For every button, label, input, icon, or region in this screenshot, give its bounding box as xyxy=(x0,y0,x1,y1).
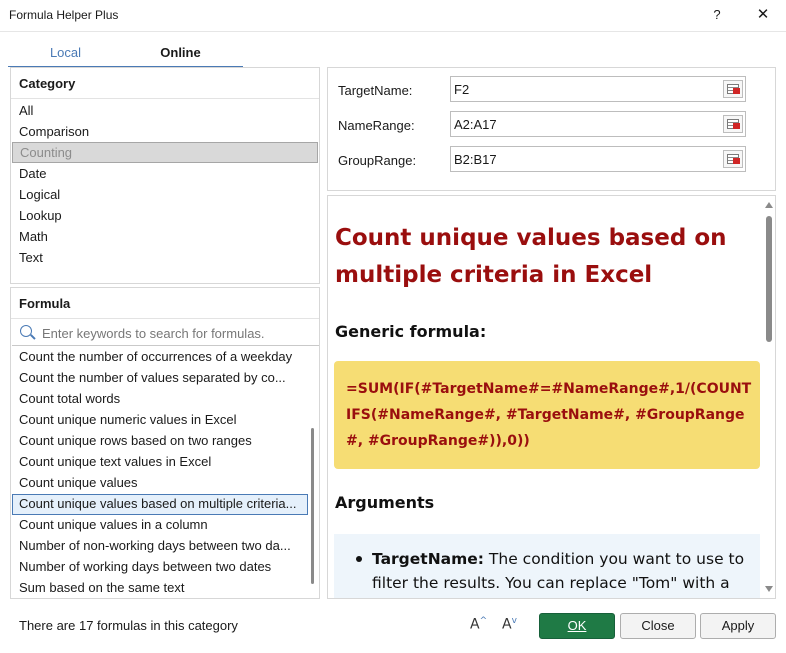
close-button[interactable]: Close xyxy=(620,613,696,639)
category-item-counting[interactable]: Counting xyxy=(12,142,318,163)
name-range-label: NameRange: xyxy=(338,118,415,133)
ok-button[interactable]: OK xyxy=(539,613,615,639)
search-input[interactable] xyxy=(42,323,312,343)
category-item-logical[interactable]: Logical xyxy=(11,184,319,205)
category-title: Category xyxy=(19,76,76,91)
category-panel: Category All Comparison Counting Date Lo… xyxy=(10,67,320,284)
formula-item[interactable]: Number of non-working days between two d… xyxy=(12,536,308,557)
help-button[interactable]: ? xyxy=(706,4,728,26)
search-bar xyxy=(12,319,319,346)
divider xyxy=(11,98,319,99)
category-item-comparison[interactable]: Comparison xyxy=(11,121,319,142)
argument-list: TargetName: The condition you want to us… xyxy=(334,534,760,598)
target-name-label: TargetName: xyxy=(338,83,413,98)
tab-local[interactable]: Local xyxy=(8,41,123,67)
generic-formula-heading: Generic formula: xyxy=(335,322,487,341)
bullet-icon xyxy=(356,556,362,562)
formula-item[interactable]: Count unique values in a column xyxy=(12,515,308,536)
status-text: There are 17 formulas in this category xyxy=(19,618,238,633)
range-select-icon[interactable] xyxy=(723,115,743,133)
formula-panel: Formula Count the number of occurrences … xyxy=(10,287,320,599)
range-select-icon[interactable] xyxy=(723,80,743,98)
formula-list-scrollbar[interactable] xyxy=(311,428,314,584)
description-scrollbar[interactable] xyxy=(762,196,775,598)
formula-item[interactable]: Count total words xyxy=(12,389,308,410)
category-item-text[interactable]: Text xyxy=(11,247,319,268)
formula-item[interactable]: Count unique values xyxy=(12,473,308,494)
scroll-up-icon[interactable] xyxy=(765,202,773,208)
range-select-icon[interactable] xyxy=(723,150,743,168)
argument-item: TargetName: The condition you want to us… xyxy=(372,547,757,598)
close-window-button[interactable]: ✕ xyxy=(750,4,776,26)
formula-item[interactable]: Count the number of occurrences of a wee… xyxy=(12,347,308,368)
scroll-down-icon[interactable] xyxy=(765,586,773,592)
group-range-field[interactable]: B2:B17 xyxy=(450,146,746,172)
tab-online[interactable]: Online xyxy=(123,41,238,67)
font-increase-button[interactable]: A^ xyxy=(470,616,490,636)
category-item-lookup[interactable]: Lookup xyxy=(11,205,319,226)
formula-title: Formula xyxy=(19,296,71,311)
category-item-math[interactable]: Math xyxy=(11,226,319,247)
category-item-date[interactable]: Date xyxy=(11,163,319,184)
window-title: Formula Helper Plus xyxy=(9,8,119,22)
arrow-up-icon: ^ xyxy=(479,616,488,626)
formula-item[interactable]: Count unique numeric values in Excel xyxy=(12,410,308,431)
arrow-down-icon: v xyxy=(511,616,517,626)
formula-item[interactable]: Number of working days between two dates xyxy=(12,557,308,578)
formula-item[interactable]: Count unique text values in Excel xyxy=(12,452,308,473)
arguments-panel: TargetName: F2 NameRange: A2:A17 GroupRa… xyxy=(327,67,776,191)
formula-description-panel: Count unique values based on multiple cr… xyxy=(327,195,776,599)
font-increase-label: A xyxy=(470,616,480,633)
formula-item-selected[interactable]: Count unique values based on multiple cr… xyxy=(12,494,308,515)
formula-item[interactable]: Count unique rows based on two ranges xyxy=(12,431,308,452)
group-range-label: GroupRange: xyxy=(338,153,417,168)
title-bar: Formula Helper Plus ? ✕ xyxy=(0,0,786,32)
group-range-value[interactable]: B2:B17 xyxy=(454,152,497,167)
arguments-heading: Arguments xyxy=(335,493,435,512)
font-decrease-button[interactable]: Av xyxy=(502,616,522,636)
search-icon xyxy=(20,325,32,337)
category-item-all[interactable]: All xyxy=(11,100,319,121)
target-name-value[interactable]: F2 xyxy=(454,82,469,97)
target-name-field[interactable]: F2 xyxy=(450,76,746,102)
apply-button[interactable]: Apply xyxy=(700,613,776,639)
name-range-field[interactable]: A2:A17 xyxy=(450,111,746,137)
scroll-thumb[interactable] xyxy=(766,216,772,342)
name-range-value[interactable]: A2:A17 xyxy=(454,117,497,132)
formula-item[interactable]: Sum based on the same text xyxy=(12,578,308,599)
formula-text: =SUM(IF(#TargetName#=#NameRange#,1/(COUN… xyxy=(346,381,752,449)
formula-box: =SUM(IF(#TargetName#=#NameRange#,1/(COUN… xyxy=(334,361,760,469)
doc-title: Count unique values based on multiple cr… xyxy=(335,225,727,288)
formula-item[interactable]: Count the number of values separated by … xyxy=(12,368,308,389)
tab-bar: Local Online xyxy=(8,41,243,67)
argument-name: TargetName: xyxy=(372,550,484,568)
font-decrease-label: A xyxy=(502,616,512,633)
